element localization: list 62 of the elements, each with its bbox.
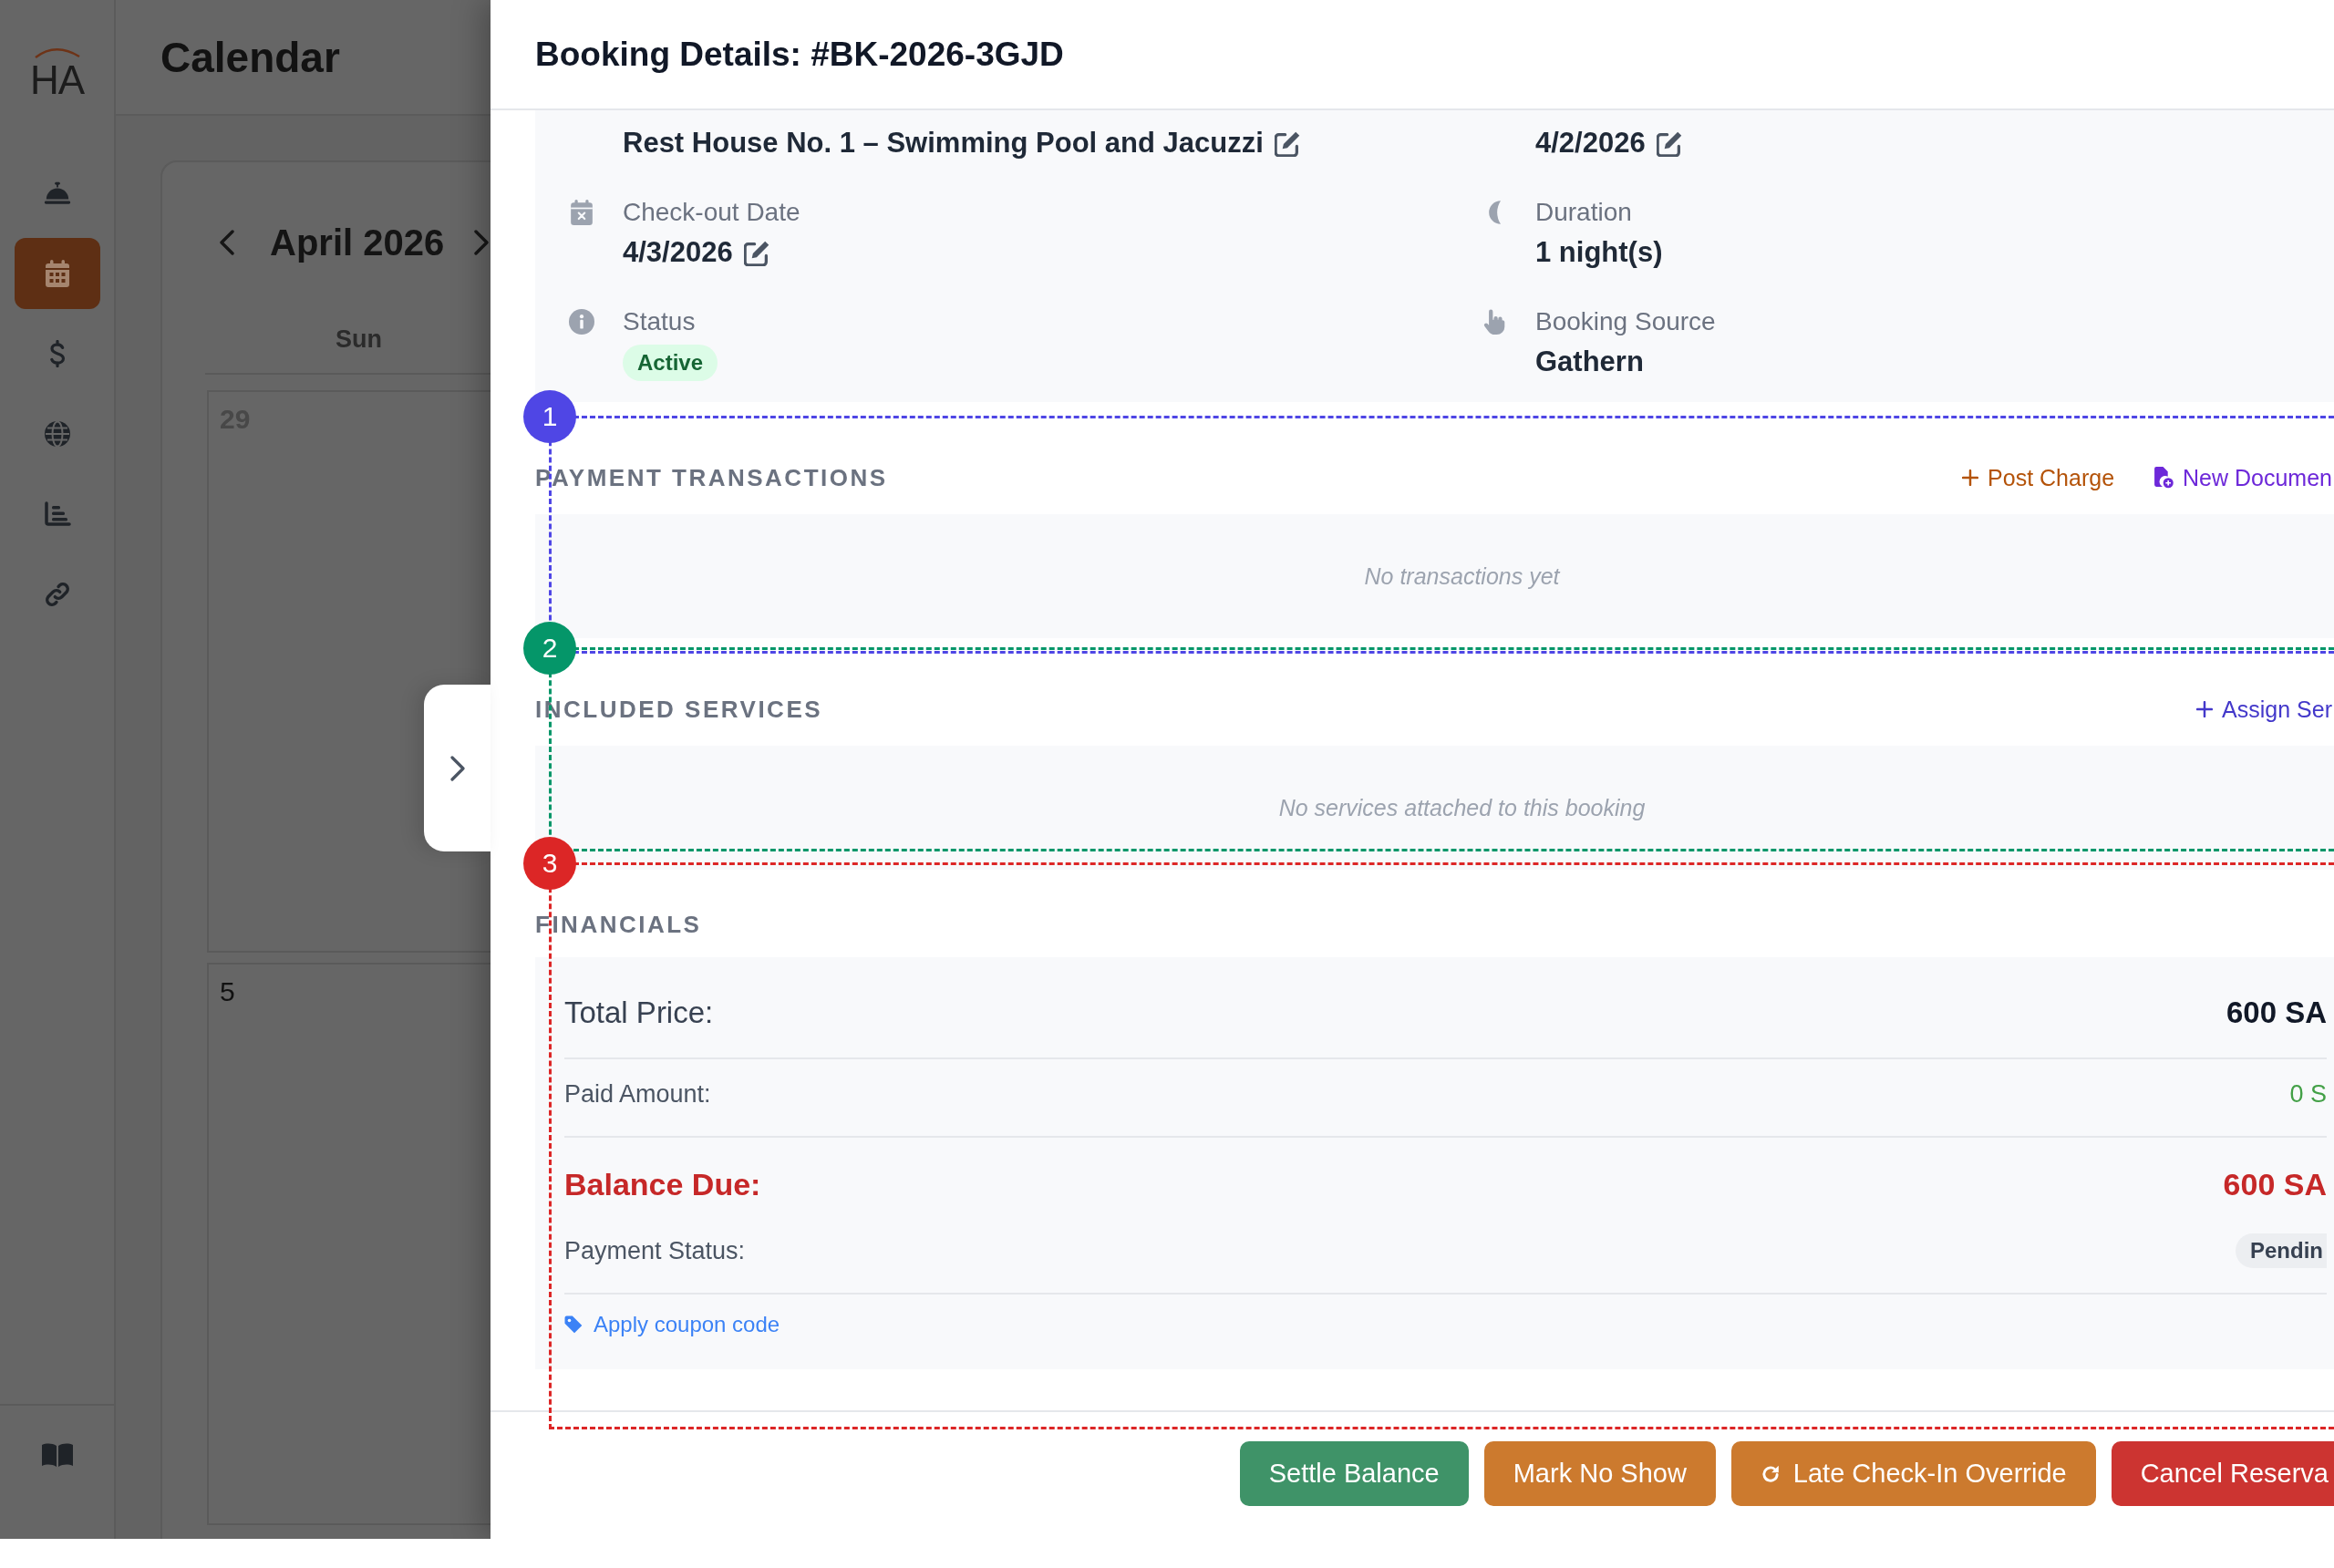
payment-status-badge: Pendin — [2236, 1233, 2327, 1268]
action-button[interactable]: Late Check-In Override — [1730, 1441, 2096, 1506]
field-value: Gathern — [1535, 345, 1644, 379]
annotation-marker: 2 — [523, 622, 576, 675]
financial-label: Paid Amount: — [564, 1079, 711, 1109]
chevron-left-icon[interactable] — [219, 229, 235, 256]
annotation-marker: 3 — [523, 837, 576, 890]
month-title: April 2026 — [270, 222, 445, 264]
field-value: 1 night(s) — [1535, 235, 1663, 270]
field-label: Duration — [1535, 199, 1633, 226]
field-label: Check-out Date — [623, 199, 800, 226]
edit-icon[interactable] — [743, 239, 770, 266]
field-value: 4/3/2026 — [623, 235, 733, 270]
field-label: Status — [623, 308, 697, 335]
financial-label: Payment Status: — [564, 1236, 746, 1266]
financial-value: 600 SA — [2226, 995, 2327, 1031]
link-icon — [43, 581, 71, 608]
edit-icon[interactable] — [1656, 129, 1683, 157]
weekday-label: Sun — [336, 325, 382, 355]
section-title: FINANCIALS — [535, 910, 702, 939]
sidebar-item[interactable] — [14, 238, 100, 309]
edit-icon[interactable] — [1274, 129, 1301, 157]
field-value: Rest House No. 1 – Swimming Pool and Jacuzzi — [623, 126, 1264, 160]
financial-label: Balance Due: — [564, 1166, 761, 1203]
action-button[interactable]: Settle Balance — [1239, 1441, 1469, 1506]
chevron-right-icon[interactable] — [473, 229, 491, 256]
action-button[interactable]: Cancel Reserva — [2111, 1441, 2334, 1506]
financial-value: 600 SA — [2223, 1166, 2327, 1203]
financial-label: Total Price: — [564, 995, 714, 1031]
section-title: INCLUDED SERVICES — [535, 695, 823, 724]
book-icon[interactable] — [40, 1442, 74, 1468]
pointing-hand-icon — [1482, 309, 1507, 335]
field-label: Booking Source — [1535, 308, 1716, 335]
section-action-link[interactable]: Assign Ser — [2196, 695, 2332, 724]
field-value: 4/2/2026 — [1535, 126, 1646, 160]
drawer-toggle-button[interactable] — [424, 685, 491, 851]
page-title: Calendar — [160, 32, 340, 82]
panel-title: Booking Details: #BK-2026-3GJD — [535, 35, 1064, 74]
empty-state-text: No services attached to this booking — [1278, 794, 1646, 821]
status-badge: Active — [623, 345, 718, 381]
bell-icon — [43, 180, 71, 207]
calendar-icon — [43, 260, 71, 287]
tag-icon — [564, 1315, 583, 1334]
annotation-marker: 1 — [523, 390, 576, 443]
section-action-link[interactable]: Post Charge — [1962, 463, 2115, 492]
info-icon — [569, 309, 594, 335]
calendar-x-icon — [569, 200, 594, 225]
chevron-right-icon — [449, 754, 466, 782]
file-plus-icon — [2153, 467, 2174, 489]
globe-icon — [43, 420, 71, 448]
section-title: PAYMENT TRANSACTIONS — [535, 463, 888, 492]
section-action-link[interactable]: New Documen — [2153, 463, 2332, 492]
day-number: 5 — [220, 976, 235, 1006]
coupon-link[interactable]: Apply coupon code — [564, 1310, 780, 1339]
bar-chart-icon — [43, 500, 71, 528]
empty-state-text: No transactions yet — [1364, 562, 1560, 590]
plus-icon — [2196, 701, 2214, 717]
financial-value: 0 S — [2289, 1079, 2327, 1109]
action-button[interactable]: Mark No Show — [1483, 1441, 1716, 1506]
logo: HA — [29, 46, 85, 100]
refresh-icon — [1760, 1463, 1781, 1484]
plus-icon — [1962, 469, 1979, 486]
